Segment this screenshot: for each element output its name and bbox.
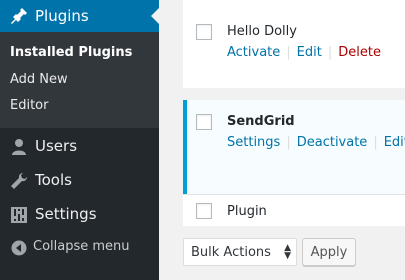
bulk-actions-select[interactable]: Bulk Actions ▲ ▼ <box>183 238 297 266</box>
plugin-name: SendGrid <box>227 114 295 129</box>
wrench-icon <box>10 172 28 190</box>
row-actions: Activate | Edit | Delete <box>227 45 381 60</box>
edit-link[interactable]: Edit <box>384 135 405 150</box>
plugin-row-sendgrid: SendGrid Settings | Deactivate | Edit <box>183 100 405 194</box>
plugin-plug-icon <box>10 7 28 25</box>
plugin-row-plugin: Plugin <box>183 194 405 226</box>
menu-users[interactable]: Users <box>0 131 159 163</box>
delete-link[interactable]: Delete <box>338 45 381 60</box>
collapse-menu-button[interactable]: Collapse menu <box>0 233 159 263</box>
current-menu-arrow <box>151 8 159 24</box>
action-separator: | <box>327 45 333 60</box>
row-actions: Settings | Deactivate | Edit <box>227 135 405 150</box>
action-separator: | <box>286 135 291 150</box>
submenu-add-new[interactable]: Add New <box>10 72 68 87</box>
deactivate-link[interactable]: Deactivate <box>297 135 368 150</box>
activate-link[interactable]: Activate <box>227 45 280 60</box>
submenu-installed-plugins[interactable]: Installed Plugins <box>10 45 132 60</box>
menu-settings-label: Settings <box>35 205 97 223</box>
bulk-actions-value: Bulk Actions <box>191 245 271 260</box>
menu-settings[interactable]: Settings <box>0 199 159 231</box>
users-icon <box>10 138 28 156</box>
collapse-arrow-icon <box>10 239 28 257</box>
plugin-name: Plugin <box>227 204 267 219</box>
plugin-checkbox[interactable] <box>196 114 212 130</box>
settings-link[interactable]: Settings <box>227 135 280 150</box>
apply-button[interactable]: Apply <box>302 238 356 266</box>
plugin-row-hello-dolly: Hello Dolly Activate | Edit | Delete <box>183 0 405 88</box>
menu-plugins-label: Plugins <box>35 7 89 25</box>
plugin-checkbox[interactable] <box>196 203 212 219</box>
action-separator: | <box>286 45 291 60</box>
updown-arrows-icon: ▲ ▼ <box>284 243 291 261</box>
menu-tools-label: Tools <box>35 171 72 189</box>
action-separator: | <box>373 135 378 150</box>
menu-plugins[interactable]: Plugins <box>0 0 159 32</box>
submenu-editor[interactable]: Editor <box>10 98 48 113</box>
plugin-name: Hello Dolly <box>227 24 297 39</box>
edit-link[interactable]: Edit <box>297 45 322 60</box>
menu-users-label: Users <box>35 137 78 155</box>
menu-tools[interactable]: Tools <box>0 165 159 197</box>
plugin-checkbox[interactable] <box>196 24 212 40</box>
admin-sidebar: Plugins Installed Plugins Add New Editor… <box>0 0 159 280</box>
plugins-submenu: Installed Plugins Add New Editor <box>0 32 159 128</box>
settings-sliders-icon <box>10 206 28 224</box>
collapse-menu-label: Collapse menu <box>33 239 130 254</box>
